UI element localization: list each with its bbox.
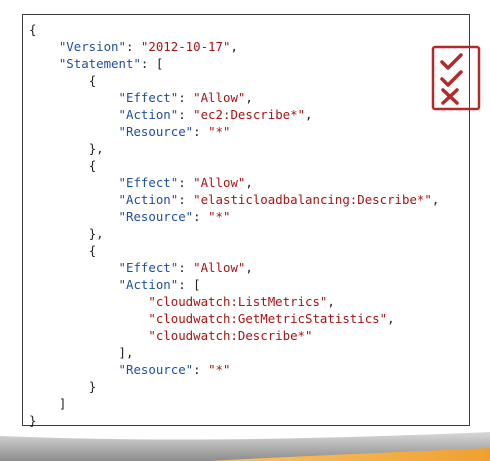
checklist-icon xyxy=(431,45,481,111)
code-line: "cloudwatch:GetMetricStatistics", xyxy=(148,311,395,326)
code-line: "cloudwatch:ListMetrics", xyxy=(148,294,335,309)
resource-value: "*" xyxy=(208,124,231,139)
code-line: }, xyxy=(88,226,104,241)
code-line: "Action": "ec2:Describe*", xyxy=(118,107,313,122)
action-list-item: "cloudwatch:GetMetricStatistics" xyxy=(148,311,388,326)
code-line: "Resource": "*" xyxy=(118,124,231,139)
resource-value: "*" xyxy=(208,362,231,377)
action-key: "Action" xyxy=(118,277,179,292)
code-line: "Statement": [ xyxy=(58,56,164,71)
code-line: "Effect": "Allow", xyxy=(118,175,253,190)
effect-key: "Effect" xyxy=(118,175,179,190)
policy-json-code: { "Version": "2012-10-17", "Statement": … xyxy=(29,21,439,429)
action-key: "Action" xyxy=(118,107,179,122)
code-line: "Version": "2012-10-17", xyxy=(58,39,238,54)
code-line: "Action": [ xyxy=(118,277,201,292)
code-line: } xyxy=(88,379,97,394)
code-line: "Effect": "Allow", xyxy=(118,260,253,275)
action-value: "elasticloadbalancing:Describe*" xyxy=(193,192,432,207)
action-key: "Action" xyxy=(118,192,179,207)
code-line: { xyxy=(88,243,97,258)
code-line: } xyxy=(29,412,439,429)
code-line: ] xyxy=(58,396,67,411)
code-line: "Resource": "*" xyxy=(118,362,231,377)
open-brace: { xyxy=(29,22,37,37)
slide: { "Version": "2012-10-17", "Statement": … xyxy=(0,0,490,461)
effect-value: "Allow" xyxy=(193,90,246,105)
effect-key: "Effect" xyxy=(118,90,179,105)
check-mark-icon xyxy=(440,70,463,87)
resource-value: "*" xyxy=(208,209,231,224)
effect-value: "Allow" xyxy=(193,260,246,275)
statement-key: "Statement" xyxy=(58,56,141,71)
version-value: "2012-10-17" xyxy=(140,39,231,54)
check-mark-icon xyxy=(440,53,463,70)
code-line: "Resource": "*" xyxy=(118,209,231,224)
resource-key: "Resource" xyxy=(118,124,194,139)
effect-value: "Allow" xyxy=(193,175,246,190)
code-line: ], xyxy=(118,345,134,360)
code-line: "cloudwatch:Describe*" xyxy=(29,327,439,344)
resource-key: "Resource" xyxy=(118,362,194,377)
code-line: { xyxy=(88,73,97,88)
version-key: "Version" xyxy=(58,39,126,54)
code-line: "Effect": "Allow", xyxy=(118,90,253,105)
code-line: "Action": "elasticloadbalancing:Describe… xyxy=(118,192,440,207)
code-line: }, xyxy=(88,141,104,156)
code-line: { xyxy=(29,21,439,38)
action-value: "ec2:Describe*" xyxy=(193,107,306,122)
action-list-item: "cloudwatch:ListMetrics" xyxy=(148,294,328,309)
close-brace: } xyxy=(29,413,37,428)
resource-key: "Resource" xyxy=(118,209,194,224)
effect-key: "Effect" xyxy=(118,260,179,275)
policy-code-panel: { "Version": "2012-10-17", "Statement": … xyxy=(22,14,481,429)
action-list-item: "cloudwatch:Describe*" xyxy=(148,328,313,343)
decorative-bottom-band xyxy=(0,430,490,461)
code-line: { xyxy=(88,158,97,173)
